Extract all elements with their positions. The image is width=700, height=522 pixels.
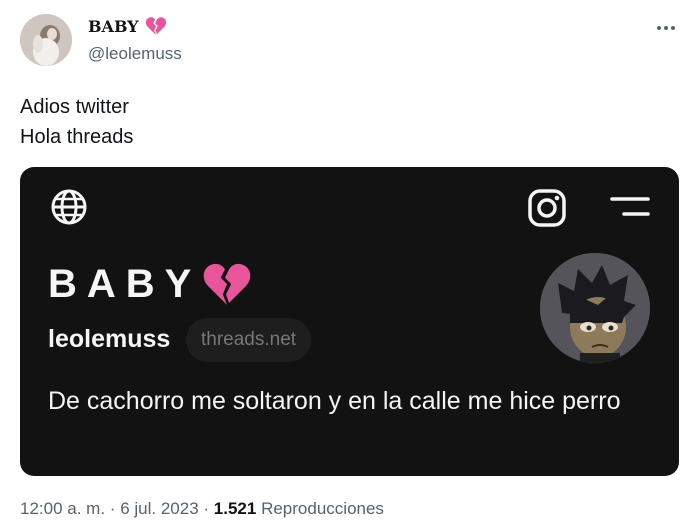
card-username: leolemuss	[48, 325, 171, 353]
broken-heart-icon	[204, 263, 251, 305]
author-name[interactable]: BABY	[88, 16, 167, 36]
broken-heart-icon	[145, 17, 166, 36]
threads-profile-card[interactable]: BABY leolemuss threads.net De cachorro m…	[20, 167, 679, 476]
view-count: 1.521	[213, 499, 257, 518]
tweet-meta: 12:00 a. m. · 6 jul. 2023 · 1.521 Reprod…	[20, 499, 384, 519]
card-domain-badge[interactable]: threads.net	[186, 318, 312, 362]
tweet-text: Adios twitter Hola threads	[20, 92, 133, 152]
tweet: BABY @leolemuss Adios twitter Hola threa…	[0, 0, 700, 522]
meta-separator: ·	[203, 499, 210, 518]
more-options-button[interactable]	[654, 18, 678, 38]
view-label: Reproducciones	[261, 499, 384, 518]
author-avatar[interactable]	[20, 14, 72, 66]
meta-separator: ·	[109, 499, 116, 518]
tweet-time[interactable]: 12:00 a. m.	[20, 499, 105, 518]
author-display-name: BABY	[88, 16, 139, 36]
tweet-line: Adios twitter	[20, 96, 129, 118]
globe-icon	[51, 189, 87, 225]
card-bio: De cachorro me soltaron y en la calle me…	[48, 387, 621, 415]
author-handle[interactable]: @leolemuss	[88, 44, 182, 64]
tweet-line: Hola threads	[20, 126, 134, 148]
instagram-icon[interactable]	[527, 188, 567, 228]
card-profile-name: BABY	[48, 261, 253, 307]
tweet-date[interactable]: 6 jul. 2023	[120, 499, 198, 518]
card-profile-picture	[540, 253, 650, 363]
more-dots-icon	[657, 26, 675, 30]
card-display-name: BABY	[48, 261, 202, 306]
menu-icon[interactable]	[610, 194, 650, 220]
